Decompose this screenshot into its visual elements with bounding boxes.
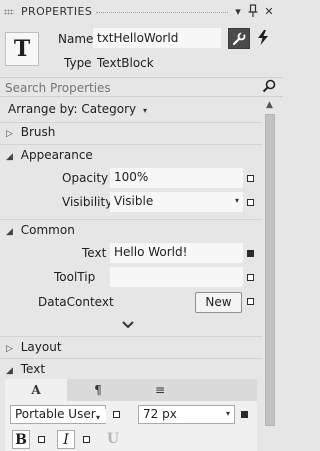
visibility-dropdown[interactable]: Visible ▾ — [110, 192, 243, 212]
divider — [0, 358, 262, 359]
scroll-up-icon[interactable]: ▲ — [266, 100, 273, 110]
category-text-label: Text — [20, 362, 46, 376]
visibility-advanced-marker[interactable] — [247, 199, 254, 206]
category-appearance-label: Appearance — [20, 148, 93, 162]
expand-arrow-icon: ▷ — [6, 344, 13, 354]
datacontext-advanced-marker[interactable] — [247, 298, 254, 305]
tab-paragraph[interactable]: ¶ — [67, 379, 129, 401]
name-label: Name — [58, 32, 94, 46]
font-family-value: Portable User Interface — [15, 407, 105, 421]
chevron-down-icon: ▾ — [225, 409, 230, 418]
visibility-value: Visible — [114, 194, 154, 208]
collapse-arrow-icon: ◢ — [6, 152, 13, 162]
category-common[interactable]: ◢ Common — [6, 223, 75, 237]
font-size-dropdown[interactable]: 72 px ▾ — [138, 405, 235, 424]
opacity-advanced-marker[interactable] — [247, 175, 254, 182]
events-view-button[interactable] — [252, 28, 274, 49]
chevron-down-icon: ▾ — [142, 106, 147, 115]
panel-title: PROPERTIES — [21, 5, 93, 18]
drag-grip-icon[interactable] — [4, 9, 14, 15]
font-size-local-value-marker[interactable] — [241, 411, 248, 418]
divider — [0, 336, 262, 337]
tooltip-advanced-marker[interactable] — [247, 274, 254, 281]
font-family-dropdown[interactable]: Portable User Interface — [10, 405, 106, 424]
close-icon[interactable]: ✕ — [262, 4, 276, 20]
scrollbar-thumb[interactable] — [265, 114, 275, 426]
type-value: TextBlock — [97, 56, 154, 70]
pin-icon[interactable] — [246, 4, 260, 20]
wrench-icon — [232, 31, 246, 46]
search-icon[interactable] — [262, 79, 276, 93]
arrange-by-dropdown[interactable]: Arrange by: Category ▾ — [8, 102, 147, 116]
chevron-down-icon: ▾ — [96, 413, 101, 422]
font-size-value: 72 px — [143, 407, 177, 421]
italic-advanced-marker[interactable] — [83, 436, 90, 443]
opacity-field[interactable]: 100% — [110, 168, 243, 188]
properties-view-button[interactable] — [228, 28, 250, 49]
show-advanced-chevron-icon[interactable] — [120, 319, 136, 333]
textblock-type-icon: T — [5, 32, 39, 66]
category-layout[interactable]: ▷ Layout — [6, 340, 62, 354]
bold-advanced-marker[interactable] — [38, 436, 45, 443]
search-properties-input[interactable] — [5, 80, 255, 95]
category-appearance[interactable]: ◢ Appearance — [6, 148, 93, 162]
arrange-by-label: Arrange by: Category — [8, 102, 137, 116]
bold-button[interactable]: B — [12, 430, 30, 449]
category-brush-label: Brush — [20, 125, 56, 139]
tooltip-field[interactable] — [110, 267, 243, 287]
expand-arrow-icon: ▷ — [6, 129, 13, 139]
divider — [0, 122, 262, 123]
tooltip-label: ToolTip — [54, 270, 96, 284]
chevron-down-icon: ▾ — [234, 196, 239, 205]
italic-button[interactable]: I — [57, 430, 75, 449]
name-field[interactable] — [93, 28, 221, 48]
divider — [0, 144, 262, 145]
font-family-caret: ▾ — [96, 409, 106, 423]
lightning-icon — [257, 30, 269, 45]
underline-button[interactable]: U — [104, 430, 122, 449]
panel-menu-dropdown-icon[interactable]: ▾ — [231, 4, 245, 20]
title-divider — [96, 12, 228, 13]
opacity-label: Opacity — [62, 171, 109, 185]
category-brush[interactable]: ▷ Brush — [6, 125, 55, 139]
datacontext-new-button[interactable]: New — [195, 292, 242, 313]
category-layout-label: Layout — [20, 340, 62, 354]
divider — [0, 219, 262, 220]
tab-font[interactable]: A — [5, 379, 67, 401]
category-text[interactable]: ◢ Text — [6, 362, 45, 376]
collapse-arrow-icon: ◢ — [6, 366, 13, 376]
tab-line-indent[interactable]: ≡ — [129, 379, 191, 401]
collapse-arrow-icon: ◢ — [6, 227, 13, 237]
category-common-label: Common — [20, 223, 75, 237]
type-label: Type — [64, 56, 92, 70]
datacontext-label: DataContext — [38, 295, 114, 309]
text-property-label: Text — [82, 246, 107, 260]
text-local-value-marker[interactable] — [247, 250, 254, 257]
text-property-field[interactable]: Hello World! — [110, 243, 243, 263]
font-family-advanced-marker[interactable] — [113, 411, 120, 418]
visibility-label: Visibility — [62, 195, 113, 209]
